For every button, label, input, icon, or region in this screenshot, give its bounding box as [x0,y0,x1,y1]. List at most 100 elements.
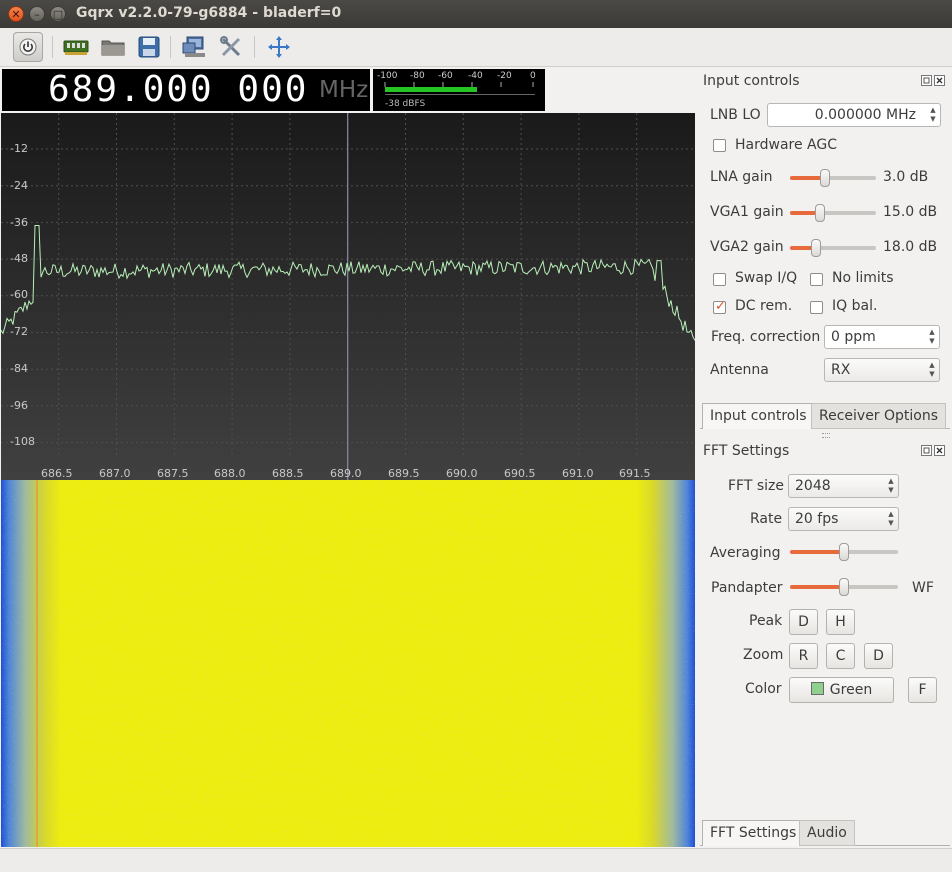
y-tick-label: -60 [10,288,28,301]
averaging-slider[interactable] [790,542,898,562]
color-picker-button[interactable]: Green [789,677,894,703]
tab-fft-settings[interactable]: FFT Settings [702,820,805,846]
open-file-button[interactable] [98,32,128,62]
x-tick-label: 689.0 [330,467,362,480]
x-tick-label: 690.0 [446,467,478,480]
slider-handle[interactable] [820,169,830,187]
save-button[interactable] [134,32,164,62]
y-tick-label: -108 [10,435,35,448]
freq-correction-input[interactable]: 0 ppm ▲ ▼ [824,325,940,349]
fft-size-value: 2048 [795,478,831,494]
antenna-select[interactable]: RX ▲ ▼ [824,358,940,382]
spectrum-plot[interactable]: -12 -24 -36 -48 -60 -72 -84 -96 -108 686… [1,113,695,480]
x-tick-label: 691.5 [619,467,651,480]
power-icon [19,38,37,56]
float-dock-icon[interactable] [921,75,932,86]
tab-input-controls[interactable]: Input controls [702,403,815,429]
hardware-icon [63,40,89,55]
frequency-display[interactable]: 689.000 000 MHz [2,69,370,111]
tab-audio[interactable]: Audio [799,820,855,846]
close-dock-icon[interactable] [934,445,945,456]
x-tick-label: 689.5 [388,467,420,480]
lnb-lo-label: LNB LO [710,107,761,123]
fft-size-label: FFT size [728,478,785,494]
close-window-button[interactable]: ✕ [8,6,24,22]
settings-button[interactable] [216,32,246,62]
zoom-demod-button[interactable]: D [864,643,893,669]
fullscreen-icon [268,36,290,58]
zoom-label: Zoom [743,647,784,663]
dock-splitter-handle[interactable] [822,433,830,438]
toolbar [0,28,952,67]
x-tick-label: 686.5 [41,467,73,480]
maximize-window-button[interactable]: □ [50,6,66,22]
waterfall-display[interactable] [1,480,695,847]
y-tick-label: -24 [10,179,28,192]
hardware-agc-label: Hardware AGC [735,137,837,153]
x-tick-label: 688.5 [272,467,304,480]
peak-label: Peak [749,613,783,629]
status-bar [0,848,952,872]
peak-detect-button[interactable]: D [789,609,818,635]
dock-buttons [921,75,945,87]
spectrum-graph[interactable] [1,113,695,480]
fft-size-select[interactable]: 2048 ▲ ▼ [788,474,899,498]
slider-fill [790,585,844,589]
slider-handle[interactable] [839,578,849,596]
vga2-gain-value: 18.0 dB [883,239,938,255]
dc-rem-checkbox[interactable]: ✓ [713,299,726,314]
vga1-gain-slider[interactable] [790,203,876,223]
vga2-gain-slider[interactable] [790,238,876,258]
lnb-lo-spinner-icon[interactable]: ▲ ▼ [928,106,938,124]
lnb-lo-input[interactable]: 0.000000 MHz ▲ ▼ [767,103,941,127]
iq-bal-checkbox[interactable] [810,301,823,314]
save-icon [138,36,160,58]
minimize-window-button[interactable]: – [29,6,45,22]
vga2-gain-label: VGA2 gain [710,239,784,255]
signal-meter: -100 -80 -60 -40 -20 0 -38 dBFS [373,69,545,111]
y-tick-label: -96 [10,399,28,412]
color-label: Color [745,681,782,697]
lna-gain-slider[interactable] [790,168,876,188]
fill-toggle-button[interactable]: F [908,677,937,703]
slider-handle[interactable] [811,239,821,257]
combo-arrows-icon: ▲ ▼ [888,477,894,494]
frequency-unit: MHz [319,77,369,103]
swap-iq-checkbox[interactable] [713,273,726,286]
meter-baseline [385,94,535,95]
peak-hold-button[interactable]: H [826,609,855,635]
iq-bal-label: IQ bal. [832,298,878,314]
network-icon [182,36,205,57]
x-tick-label: 688.0 [214,467,246,480]
zoom-center-button[interactable]: C [826,643,855,669]
antenna-value: RX [831,362,851,378]
y-tick-label: -12 [10,142,28,155]
meter-scale-label: -40 [468,71,483,81]
pandapter-wf-slider[interactable] [790,577,898,597]
slider-handle[interactable] [815,204,825,222]
power-button[interactable] [13,32,43,62]
title-bar: ✕ – □ Gqrx v2.2.0-79-g6884 - bladerf=0 [0,0,952,29]
float-dock-icon[interactable] [921,445,932,456]
toolbar-separator [52,36,53,58]
remote-control-button[interactable] [179,32,209,62]
pandapter-label: Pandapter [711,580,783,596]
hardware-agc-checkbox[interactable] [713,139,726,152]
freq-correction-value: 0 ppm [831,329,876,345]
vga1-gain-value: 15.0 dB [883,204,938,220]
tab-receiver-options[interactable]: Receiver Options [811,403,947,429]
io-devices-button[interactable] [61,32,91,62]
fullscreen-button[interactable] [264,32,294,62]
frequency-value[interactable]: 689.000 000 [48,69,308,111]
toolbar-separator [170,36,171,58]
x-tick-label: 690.5 [504,467,536,480]
no-limits-checkbox[interactable] [810,273,823,286]
close-dock-icon[interactable] [934,75,945,86]
zoom-reset-button[interactable]: R [789,643,818,669]
meter-scale-label: -80 [410,71,425,81]
freq-correction-spinner-icon[interactable]: ▲ ▼ [927,328,937,346]
input-controls-title: Input controls [703,73,800,89]
rate-select[interactable]: 20 fps ▲ ▼ [788,507,899,531]
meter-scale-label: 0 [530,71,536,81]
slider-handle[interactable] [839,543,849,561]
